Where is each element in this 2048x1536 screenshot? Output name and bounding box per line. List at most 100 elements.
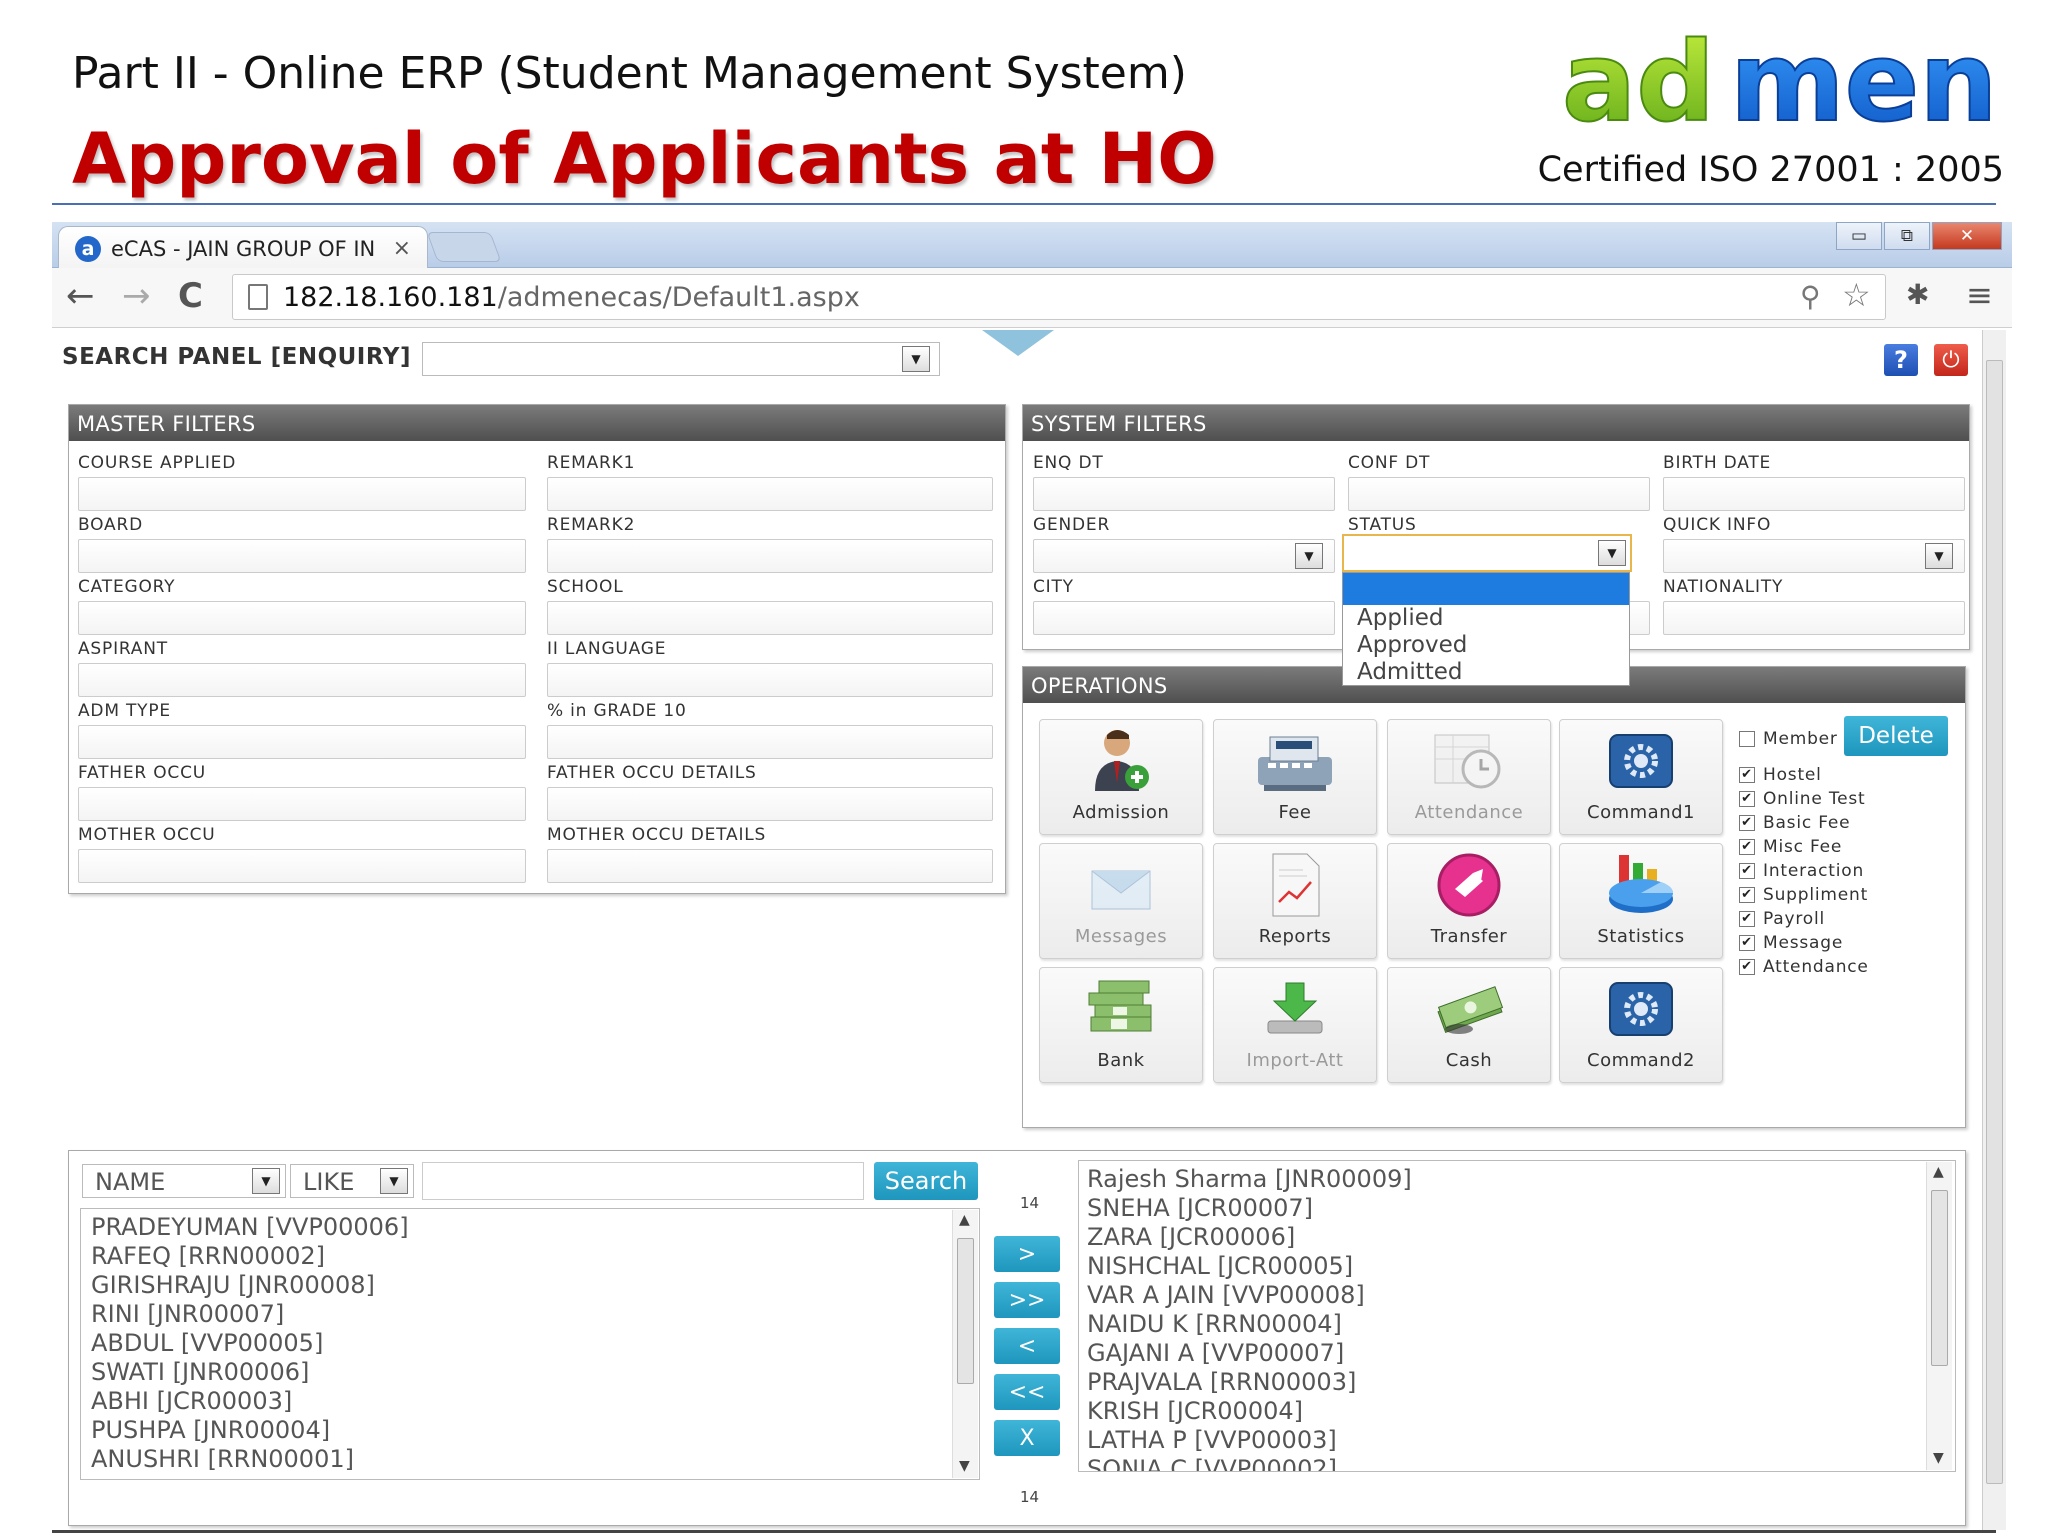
- remark1-input[interactable]: [547, 477, 993, 511]
- online-test-checkbox[interactable]: ✔ Online Test: [1739, 789, 1866, 809]
- command2-button[interactable]: Command2: [1559, 967, 1723, 1083]
- list-item[interactable]: ZARA [JCR00006]: [1087, 1223, 1947, 1252]
- check-icon[interactable]: ✔: [1739, 959, 1755, 975]
- chevron-down-icon[interactable]: ▼: [1925, 543, 1953, 569]
- list-item[interactable]: SWATI [JNR00006]: [91, 1358, 969, 1387]
- school-input[interactable]: [547, 601, 993, 635]
- grade10-percent-input[interactable]: [547, 725, 993, 759]
- chevron-down-icon[interactable]: ▼: [380, 1168, 408, 1194]
- scroll-up-icon[interactable]: ▲: [1933, 1164, 1944, 1180]
- statistics-button[interactable]: Statistics: [1559, 843, 1723, 959]
- list-item[interactable]: ABDUL [VVP00005]: [91, 1329, 969, 1358]
- list-item[interactable]: SONIA C [VVP00002]: [1087, 1455, 1947, 1471]
- chevron-down-icon[interactable]: ▼: [1598, 540, 1626, 566]
- applied-applicants-list[interactable]: PRADEYUMAN [VVP00006] RAFEQ [RRN00002] G…: [80, 1208, 980, 1480]
- board-input[interactable]: [78, 539, 526, 573]
- list-item[interactable]: GAJANI A [VVP00007]: [1087, 1339, 1947, 1368]
- list-item[interactable]: SNEHA [JCR00007]: [1087, 1194, 1947, 1223]
- category-input[interactable]: [78, 601, 526, 635]
- clear-button[interactable]: X: [994, 1420, 1060, 1456]
- forward-arrow-icon[interactable]: →: [122, 276, 151, 316]
- help-icon[interactable]: ?: [1884, 344, 1918, 376]
- check-icon[interactable]: ✔: [1739, 839, 1755, 855]
- check-icon[interactable]: ✔: [1739, 911, 1755, 927]
- search-panel-select[interactable]: [422, 342, 940, 376]
- new-tab-button[interactable]: [426, 232, 502, 262]
- collapse-triangle-icon[interactable]: [982, 330, 1054, 356]
- hostel-checkbox[interactable]: ✔ Hostel: [1739, 765, 1822, 785]
- fee-button[interactable]: Fee: [1213, 719, 1377, 835]
- window-close-button[interactable]: ✕: [1932, 222, 2002, 250]
- chevron-down-icon[interactable]: ▼: [252, 1168, 280, 1194]
- check-icon[interactable]: ✔: [1739, 767, 1755, 783]
- status-option[interactable]: Applied: [1343, 605, 1629, 632]
- member-checkbox[interactable]: Member: [1739, 729, 1838, 749]
- search-input[interactable]: [422, 1162, 864, 1200]
- enq-dt-input[interactable]: [1033, 477, 1335, 511]
- check-icon[interactable]: ✔: [1739, 887, 1755, 903]
- admission-button[interactable]: Admission: [1039, 719, 1203, 835]
- conf-dt-input[interactable]: [1348, 477, 1650, 511]
- checkbox-box[interactable]: [1739, 731, 1755, 747]
- list-item[interactable]: VAR A JAIN [VVP00008]: [1087, 1281, 1947, 1310]
- aspirant-input[interactable]: [78, 663, 526, 697]
- second-language-input[interactable]: [547, 663, 993, 697]
- nationality-input[interactable]: [1663, 601, 1965, 635]
- suppliment-checkbox[interactable]: ✔ Suppliment: [1739, 885, 1868, 905]
- mother-occu-details-input[interactable]: [547, 849, 993, 883]
- scroll-down-icon[interactable]: ▼: [1933, 1450, 1944, 1466]
- import-att-button[interactable]: Import-Att: [1213, 967, 1377, 1083]
- list-item[interactable]: RINI [JNR00007]: [91, 1300, 969, 1329]
- restore-button[interactable]: ⧉: [1884, 222, 1930, 250]
- father-occu-input[interactable]: [78, 787, 526, 821]
- command1-button[interactable]: Command1: [1559, 719, 1723, 835]
- scrollbar-thumb[interactable]: [1931, 1190, 1948, 1366]
- scroll-down-icon[interactable]: ▼: [959, 1458, 970, 1474]
- minimize-button[interactable]: ▭: [1836, 222, 1882, 250]
- status-option[interactable]: Admitted: [1343, 659, 1629, 686]
- move-left-button[interactable]: <: [994, 1328, 1060, 1364]
- chevron-down-icon[interactable]: ▼: [902, 346, 930, 372]
- page-scrollbar[interactable]: [1982, 330, 2006, 1530]
- father-occu-details-input[interactable]: [547, 787, 993, 821]
- check-icon[interactable]: ✔: [1739, 815, 1755, 831]
- list-item[interactable]: KRISH [JCR00004]: [1087, 1397, 1947, 1426]
- attendance-checkbox[interactable]: ✔ Attendance: [1739, 957, 1869, 977]
- approved-applicants-list[interactable]: Rajesh Sharma [JNR00009] SNEHA [JCR00007…: [1078, 1160, 1956, 1472]
- list-item[interactable]: NAIDU K [RRN00004]: [1087, 1310, 1947, 1339]
- interaction-checkbox[interactable]: ✔ Interaction: [1739, 861, 1864, 881]
- list-item[interactable]: LATHA P [VVP00003]: [1087, 1426, 1947, 1455]
- gender-select[interactable]: [1033, 539, 1335, 573]
- move-all-left-button[interactable]: <<: [994, 1374, 1060, 1410]
- list-item[interactable]: ANUSHRI [RRN00001]: [91, 1445, 969, 1474]
- adm-type-input[interactable]: [78, 725, 526, 759]
- list-item[interactable]: PRAJVALA [RRN00003]: [1087, 1368, 1947, 1397]
- list-item[interactable]: PRADEYUMAN [VVP00006]: [91, 1213, 969, 1242]
- mother-occu-input[interactable]: [78, 849, 526, 883]
- list-item[interactable]: Rajesh Sharma [JNR00009]: [1087, 1165, 1947, 1194]
- reload-icon[interactable]: C: [178, 276, 203, 316]
- list-item[interactable]: GIRISHRAJU [JNR00008]: [91, 1271, 969, 1300]
- status-select[interactable]: [1342, 534, 1632, 572]
- tab-close-icon[interactable]: ×: [393, 236, 411, 261]
- scrollbar-thumb[interactable]: [957, 1238, 974, 1384]
- zoom-icon[interactable]: ⚲: [1800, 280, 1821, 313]
- attendance-button[interactable]: Attendance: [1387, 719, 1551, 835]
- bookmark-star-icon[interactable]: ☆: [1842, 276, 1871, 314]
- delete-button[interactable]: Delete: [1844, 716, 1948, 756]
- back-arrow-icon[interactable]: ←: [66, 276, 95, 316]
- course-applied-input[interactable]: [78, 477, 526, 511]
- search-button[interactable]: Search: [874, 1162, 978, 1200]
- check-icon[interactable]: ✔: [1739, 935, 1755, 951]
- status-option-blank[interactable]: [1343, 573, 1629, 605]
- scroll-up-icon[interactable]: ▲: [959, 1212, 970, 1228]
- move-right-button[interactable]: >: [994, 1236, 1060, 1272]
- address-bar[interactable]: 182.18.160.181/admenecas/Default1.aspx: [232, 274, 1886, 320]
- transfer-button[interactable]: Transfer: [1387, 843, 1551, 959]
- misc-fee-checkbox[interactable]: ✔ Misc Fee: [1739, 837, 1842, 857]
- remark2-input[interactable]: [547, 539, 993, 573]
- left-list-scrollbar[interactable]: ▲ ▼: [952, 1210, 978, 1478]
- check-icon[interactable]: ✔: [1739, 863, 1755, 879]
- check-icon[interactable]: ✔: [1739, 791, 1755, 807]
- list-item[interactable]: ABHI [JCR00003]: [91, 1387, 969, 1416]
